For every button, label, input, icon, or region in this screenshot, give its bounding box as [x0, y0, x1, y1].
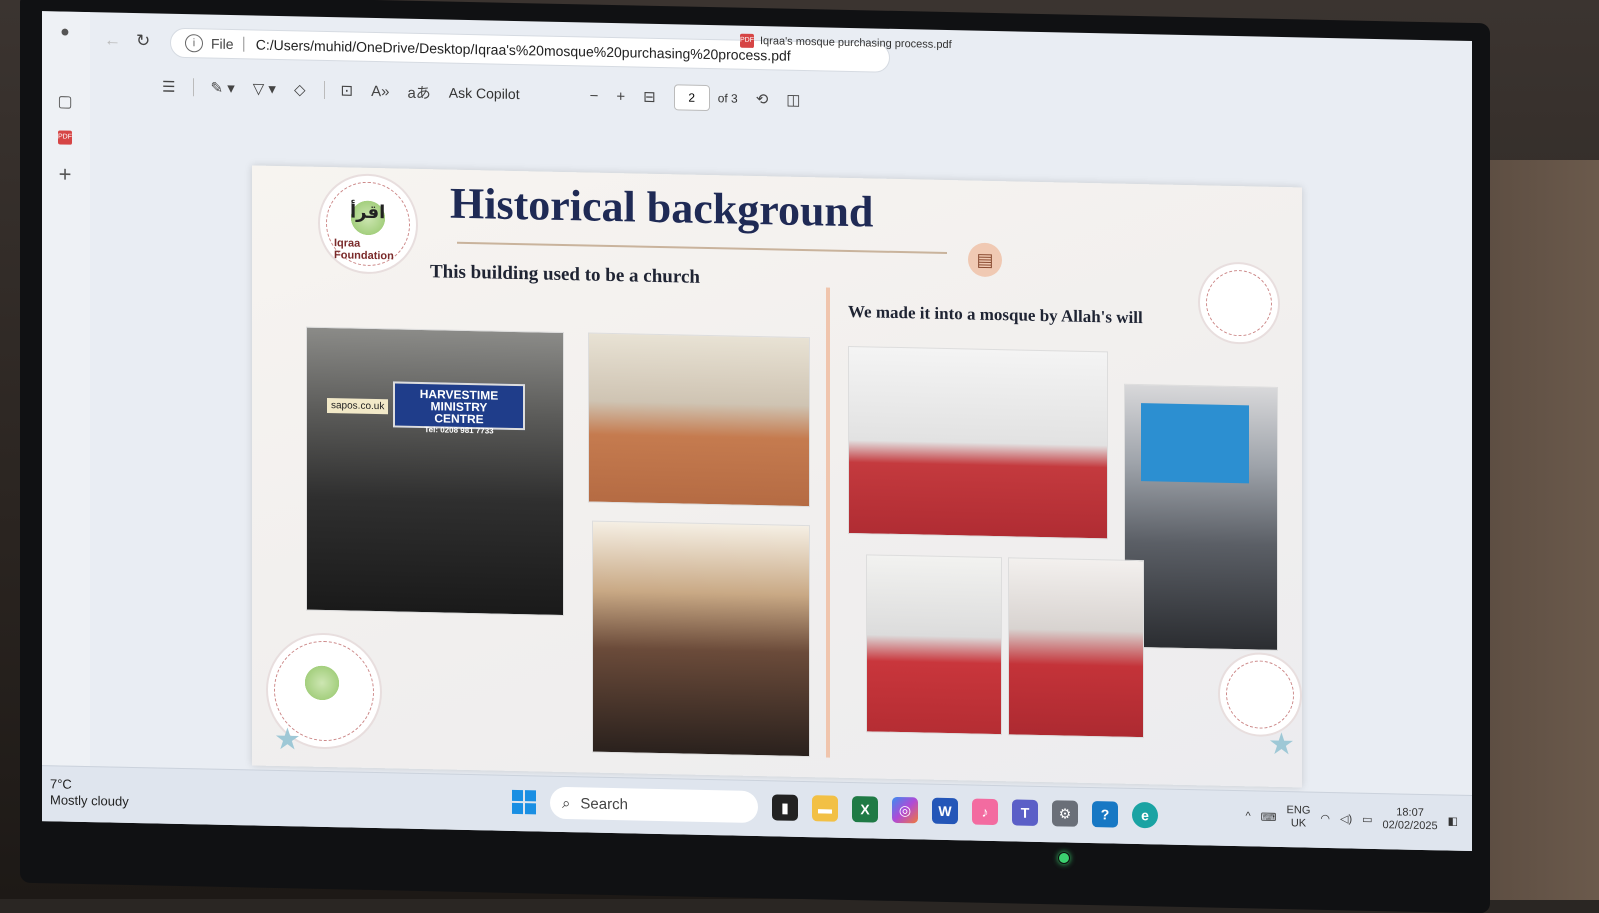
- start-icon[interactable]: [512, 789, 536, 815]
- volume-icon[interactable]: ◁): [1340, 812, 1352, 825]
- shop-sticker: sapos.co.uk: [327, 398, 389, 415]
- edge-icon[interactable]: e: [1132, 801, 1158, 829]
- star-decoration: ★: [274, 722, 301, 757]
- zoom-in-button[interactable]: +: [616, 88, 625, 105]
- toolbar-divider: [323, 80, 325, 99]
- language-indicator[interactable]: ENG UK: [1287, 804, 1311, 830]
- sign-phone: Tel: 0208 981 7733: [424, 425, 494, 436]
- taskbar-icons: ⌕ Search ▮ ▬ X ◎ W ♪ T ⚙ ? e: [512, 786, 1158, 832]
- keyboard-icon[interactable]: ⌨: [1261, 810, 1277, 823]
- highlight-icon[interactable]: ✎ ▾: [210, 79, 234, 98]
- toolbar-divider: [193, 78, 195, 97]
- new-tab-icon[interactable]: +: [54, 161, 76, 186]
- ask-copilot-button[interactable]: Ask Copilot: [449, 85, 520, 102]
- rotate-icon[interactable]: ⟲: [756, 90, 769, 108]
- temperature: 7°C: [50, 776, 72, 792]
- church-exterior-photo: sapos.co.uk HARVESTIME MINISTRY CENTRE T…: [306, 326, 564, 616]
- file-explorer-icon[interactable]: ▬: [812, 795, 838, 822]
- weather-widget[interactable]: 7°C Mostly cloudy: [50, 776, 129, 810]
- back-icon[interactable]: ←: [104, 30, 121, 50]
- erase-icon[interactable]: ◇: [294, 80, 306, 98]
- church-interior-photo-2: [592, 520, 810, 758]
- weather-condition: Mostly cloudy: [50, 792, 129, 809]
- read-aloud-icon[interactable]: A»: [371, 82, 389, 99]
- music-icon[interactable]: ♪: [972, 798, 998, 826]
- browser-sidebar: ● ▢ PDF +: [42, 11, 90, 773]
- mosque-exterior-photo: [1124, 383, 1278, 651]
- task-view-icon[interactable]: ▮: [772, 794, 798, 821]
- pdf-page: اقرأ Iqraa Foundation Historical backgro…: [252, 165, 1302, 788]
- url-text[interactable]: C:/Users/muhid/OneDrive/Desktop/Iqraa's%…: [256, 37, 791, 64]
- church-subtitle: This building used to be a church: [430, 261, 700, 288]
- title-underline: [457, 241, 947, 255]
- translate-icon[interactable]: aあ: [407, 81, 430, 102]
- mosque-interior-photo-2: [866, 554, 1002, 736]
- pdf-tab-icon[interactable]: PDF: [54, 123, 76, 145]
- logo-arabic: اقرأ: [350, 201, 386, 223]
- logo-mark: [302, 662, 342, 704]
- iqraa-logo-bottom-right: [1218, 651, 1302, 738]
- clock-date: 02/02/2025: [1382, 819, 1438, 833]
- url-scheme: File: [211, 35, 234, 53]
- page-view-icon[interactable]: ◫: [786, 91, 800, 109]
- excel-icon[interactable]: X: [852, 796, 878, 823]
- profile-icon[interactable]: ●: [54, 21, 76, 43]
- settings-icon[interactable]: ⚙: [1052, 800, 1078, 827]
- info-icon[interactable]: i: [185, 34, 203, 53]
- mosque-sign: [1141, 403, 1249, 484]
- iqraa-logo: اقرأ Iqraa Foundation: [318, 172, 418, 275]
- iqraa-logo-top-right: [1198, 261, 1280, 345]
- battery-icon[interactable]: ▭: [1362, 812, 1372, 825]
- power-led: [1058, 852, 1070, 864]
- draw-icon[interactable]: ▽ ▾: [253, 79, 276, 97]
- zoom-out-button[interactable]: −: [590, 87, 599, 104]
- language-bottom: UK: [1290, 817, 1307, 830]
- mosque-interior-photo-3: [1008, 557, 1144, 739]
- search-label: Search: [580, 794, 628, 813]
- clock-time: 18:07: [1396, 806, 1424, 820]
- pdf-file-icon: PDF: [740, 33, 754, 48]
- taskbar-search[interactable]: ⌕ Search: [550, 786, 758, 824]
- copilot-icon[interactable]: ◎: [892, 796, 918, 824]
- word-icon[interactable]: W: [932, 797, 958, 825]
- wifi-icon[interactable]: ◠: [1320, 811, 1330, 824]
- text-box-icon[interactable]: ⊡: [341, 81, 354, 99]
- search-icon: ⌕: [562, 794, 571, 812]
- monitor: ● ▢ PDF + ← ↻ i File | C:/Users/muhid/On…: [20, 0, 1490, 913]
- logo-ring: [1206, 269, 1272, 337]
- tab-actions-icon[interactable]: ▢: [54, 91, 76, 113]
- section-divider: [826, 287, 830, 758]
- page-title: Historical background: [450, 178, 874, 237]
- page-total: of 3: [717, 91, 738, 106]
- system-tray: ^ ⌨ ENG UK ◠ ◁) ▭ 18:07 02/02/2025 ◧: [1245, 803, 1458, 833]
- url-separator: |: [241, 35, 246, 53]
- clock[interactable]: 18:07 02/02/2025: [1383, 806, 1438, 833]
- notification-icon[interactable]: ◧: [1448, 814, 1458, 827]
- scroll-document-icon: ▤: [968, 242, 1002, 278]
- star-decoration: ★: [1268, 727, 1295, 762]
- logo-ring: [1226, 659, 1294, 730]
- mosque-subtitle: We made it into a mosque by Allah's will: [848, 301, 1143, 328]
- chevron-up-icon[interactable]: ^: [1245, 810, 1250, 822]
- refresh-icon[interactable]: ↻: [136, 31, 150, 51]
- screen: ● ▢ PDF + ← ↻ i File | C:/Users/muhid/On…: [42, 11, 1472, 852]
- fit-page-icon[interactable]: ⊟: [643, 88, 656, 106]
- harvestime-sign: HARVESTIME MINISTRY CENTRE Tel: 0208 981…: [393, 381, 525, 436]
- mosque-interior-photo-1: [848, 345, 1108, 540]
- language-top: ENG: [1286, 804, 1311, 817]
- window-title-text: Iqraa's mosque purchasing process.pdf: [760, 35, 952, 52]
- contents-icon[interactable]: ☰: [162, 78, 175, 96]
- quick-assist-icon[interactable]: ?: [1092, 801, 1118, 828]
- logo-text: Iqraa Foundation: [334, 237, 394, 263]
- church-interior-photo-1: [588, 332, 810, 508]
- page-number-input[interactable]: 2: [673, 84, 710, 112]
- teams-icon[interactable]: T: [1012, 799, 1038, 826]
